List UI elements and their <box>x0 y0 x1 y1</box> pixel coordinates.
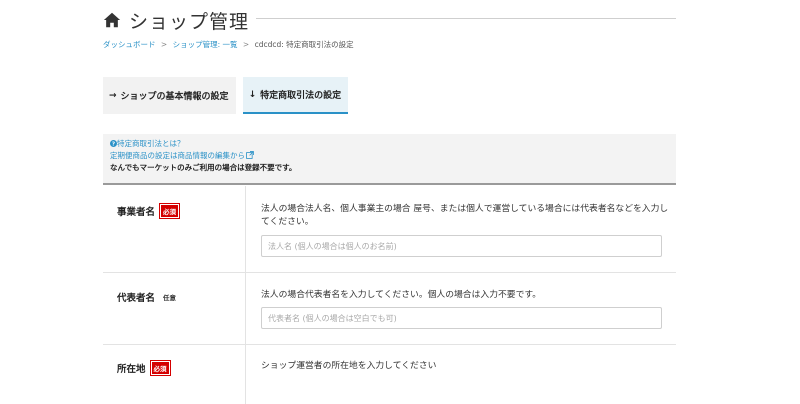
breadcrumb-shop-list-link[interactable]: ショップ管理: 一覧 <box>173 40 238 49</box>
subscription-link-label: 定期便商品の設定は商品情報の編集から <box>110 151 245 160</box>
info-box: ? 特定商取引法とは？ 定期便商品の設定は商品情報の編集から なんでもマーケット… <box>103 134 676 185</box>
breadcrumb-separator: > <box>242 40 250 49</box>
field-label-business-name: 事業者名 必須 <box>117 203 181 219</box>
representative-label: 代表者名 <box>117 293 156 304</box>
breadcrumb: ダッシュボード > ショップ管理: 一覧 > cdcdcd: 特定商取引法の設定 <box>103 39 354 50</box>
label-column <box>103 186 246 272</box>
representative-input[interactable] <box>261 307 662 329</box>
subscription-product-link[interactable]: 定期便商品の設定は商品情報の編集から <box>110 151 254 160</box>
business-name-label: 事業者名 <box>117 207 156 218</box>
breadcrumb-dashboard-link[interactable]: ダッシュボード <box>103 40 156 49</box>
question-circle-icon: ? <box>110 140 117 148</box>
title-divider <box>256 18 676 19</box>
tab-label: 特定商取引法の設定 <box>260 91 342 101</box>
breadcrumb-current: cdcdcd: 特定商取引法の設定 <box>254 40 354 49</box>
help-link-label: 特定商取引法とは？ <box>117 139 185 148</box>
help-link[interactable]: ? 特定商取引法とは？ <box>110 139 185 148</box>
arrow-right-icon: → <box>109 90 117 101</box>
tab-shop-basic-info[interactable]: → ショップの基本情報の設定 <box>103 77 236 114</box>
required-badge: 必須 <box>149 360 171 376</box>
form-row-business-name: 事業者名 必須 法人の場合法人名、個人事業主の場合 屋号、または個人で運営してい… <box>103 186 676 273</box>
form-row-address: 所在地 必須 ショップ運営者の所在地を入力してください <box>103 344 676 404</box>
svg-text:?: ? <box>112 142 115 147</box>
external-link-icon <box>246 151 254 159</box>
address-description: ショップ運営者の所在地を入力してください <box>261 361 437 371</box>
representative-description: 法人の場合代表者名を入力してください。個人の場合は入力不要です。 <box>261 290 542 300</box>
page-title: ショップ管理 <box>129 10 250 33</box>
info-note: なんでもマーケットのみご利用の場合は登録不要です。 <box>110 163 297 172</box>
home-icon <box>103 12 121 28</box>
settings-tabs: → ショップの基本情報の設定 ↓ 特定商取引法の設定 <box>103 77 355 114</box>
business-name-description: 法人の場合法人名、個人事業主の場合 屋号、または個人で運営している場合には代表者… <box>261 204 669 227</box>
address-label: 所在地 <box>117 364 146 375</box>
required-badge: 必須 <box>159 203 181 219</box>
form-row-representative: 代表者名 任意 法人の場合代表者名を入力してください。個人の場合は入力不要です。 <box>103 272 676 345</box>
optional-badge: 任意 <box>163 294 177 302</box>
label-column <box>103 272 246 344</box>
field-label-address: 所在地 必須 <box>117 360 171 376</box>
breadcrumb-separator: > <box>160 40 168 49</box>
tab-label: ショップの基本情報の設定 <box>120 92 229 102</box>
business-name-input[interactable] <box>261 235 662 257</box>
page-header: ショップ管理 <box>103 6 249 34</box>
arrow-down-icon: ↓ <box>248 89 257 100</box>
tab-commercial-transactions[interactable]: ↓ 特定商取引法の設定 <box>242 77 349 114</box>
field-label-representative: 代表者名 任意 <box>117 290 176 304</box>
